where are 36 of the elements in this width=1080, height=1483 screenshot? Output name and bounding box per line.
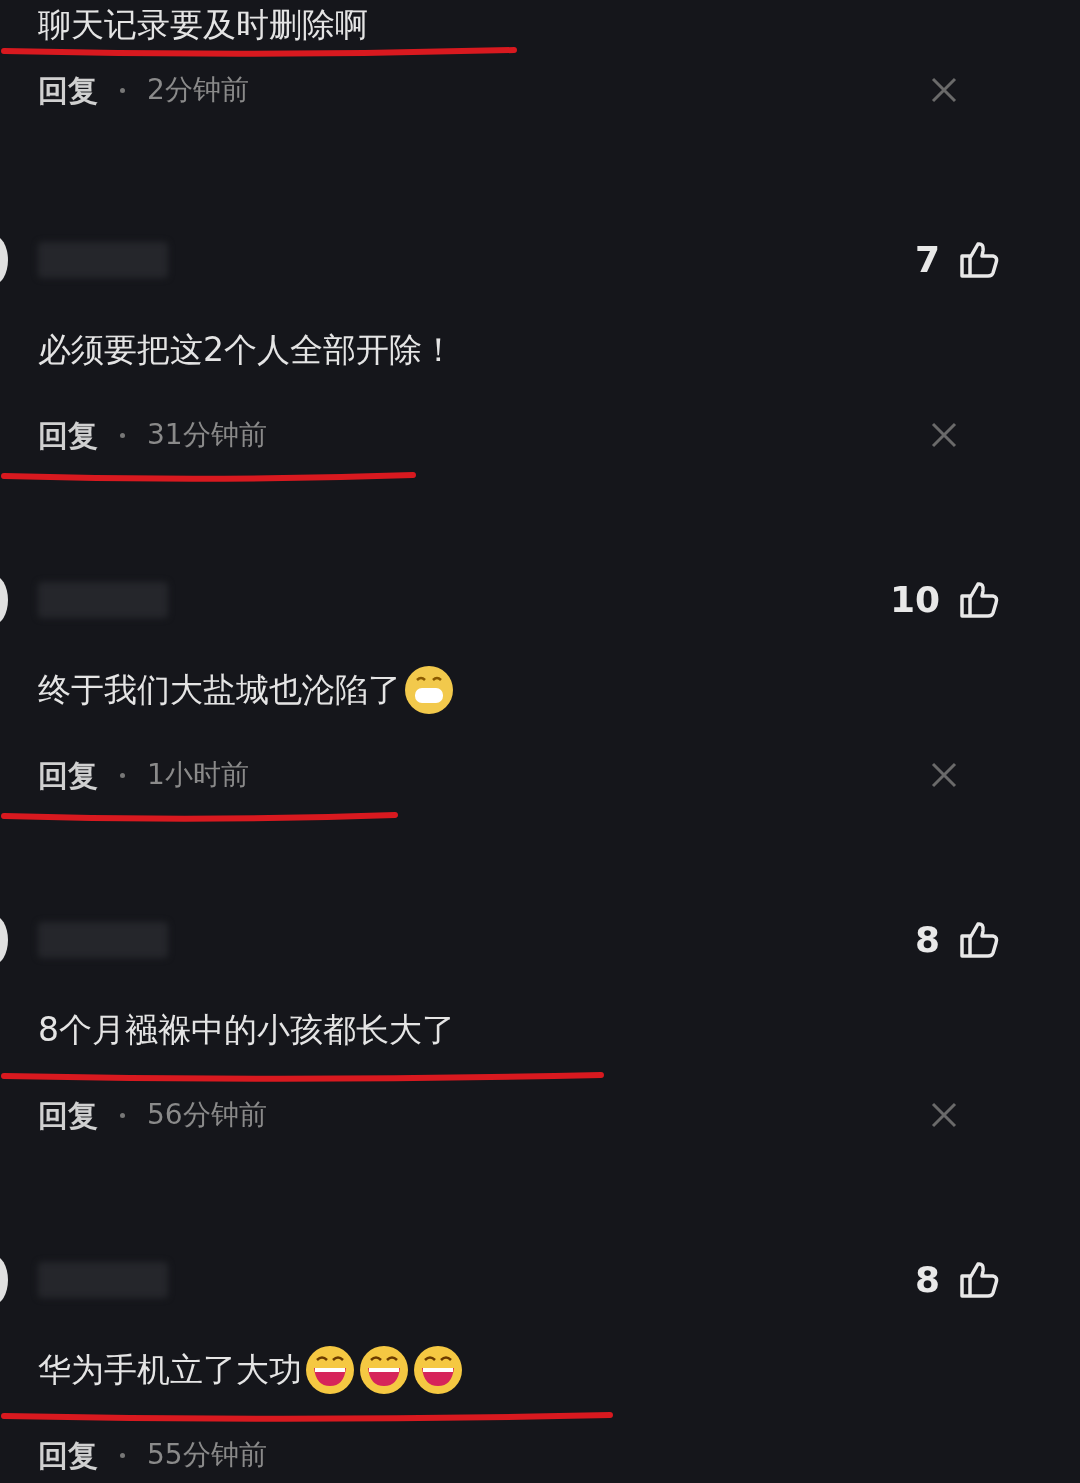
timestamp: 56分钟前: [147, 1097, 267, 1133]
reply-link[interactable]: 回复: [38, 412, 98, 458]
timestamp: 55分钟前: [147, 1437, 267, 1473]
reply-link[interactable]: 回复: [38, 67, 98, 113]
separator-dot: [120, 432, 125, 438]
timestamp: 31分钟前: [147, 417, 267, 453]
close-icon[interactable]: [930, 761, 958, 789]
close-icon[interactable]: [930, 1101, 958, 1129]
separator-dot: [120, 1112, 125, 1118]
timestamp: 2分钟前: [147, 72, 249, 108]
timestamp: 1小时前: [147, 757, 249, 793]
like-count: 8: [914, 918, 940, 962]
comment-text: 终于我们大盐城也沦陷了: [38, 669, 401, 712]
thumbs-up-icon[interactable]: [958, 919, 1000, 961]
like-count: 8: [914, 1258, 940, 1302]
reply-link[interactable]: 回复: [38, 752, 98, 798]
close-icon[interactable]: [930, 421, 958, 449]
close-icon[interactable]: [930, 76, 958, 104]
like-count: 7: [914, 238, 940, 282]
comment-text: 8个月襁褓中的小孩都长大了: [38, 1009, 455, 1052]
reply-link[interactable]: 回复: [38, 1092, 98, 1138]
comment-text: 聊天记录要及时删除啊: [38, 4, 368, 47]
laughing-emoji-icon: [412, 1344, 464, 1396]
laughing-emoji-icon: [358, 1344, 410, 1396]
separator-dot: [120, 87, 125, 93]
reply-link[interactable]: 回复: [38, 1432, 98, 1478]
like-count: 10: [889, 578, 940, 622]
thumbs-up-icon[interactable]: [958, 1259, 1000, 1301]
comment-text: 华为手机立了大功: [38, 1349, 302, 1392]
grinning-emoji-icon: [403, 664, 455, 716]
separator-dot: [120, 772, 125, 778]
thumbs-up-icon[interactable]: [958, 239, 1000, 281]
separator-dot: [120, 1452, 125, 1458]
comment-text: 必须要把这2个人全部开除！: [38, 329, 455, 372]
laughing-emoji-icon: [304, 1344, 356, 1396]
thumbs-up-icon[interactable]: [958, 579, 1000, 621]
